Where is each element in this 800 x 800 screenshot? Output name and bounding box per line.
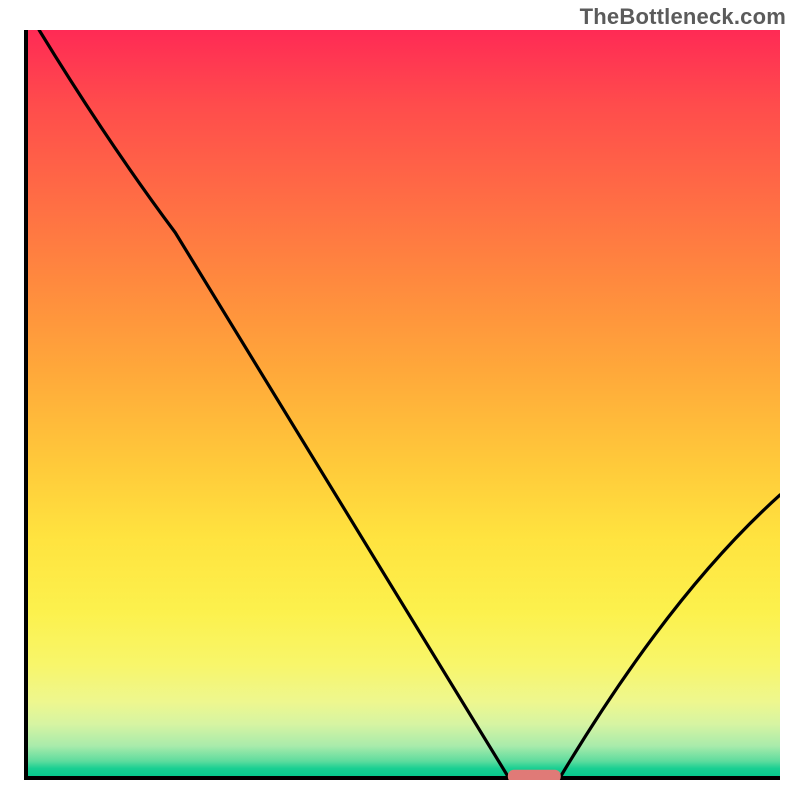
chart-container: TheBottleneck.com <box>0 0 800 800</box>
chart-plot-area <box>24 30 780 780</box>
watermark-text: TheBottleneck.com <box>580 4 786 30</box>
